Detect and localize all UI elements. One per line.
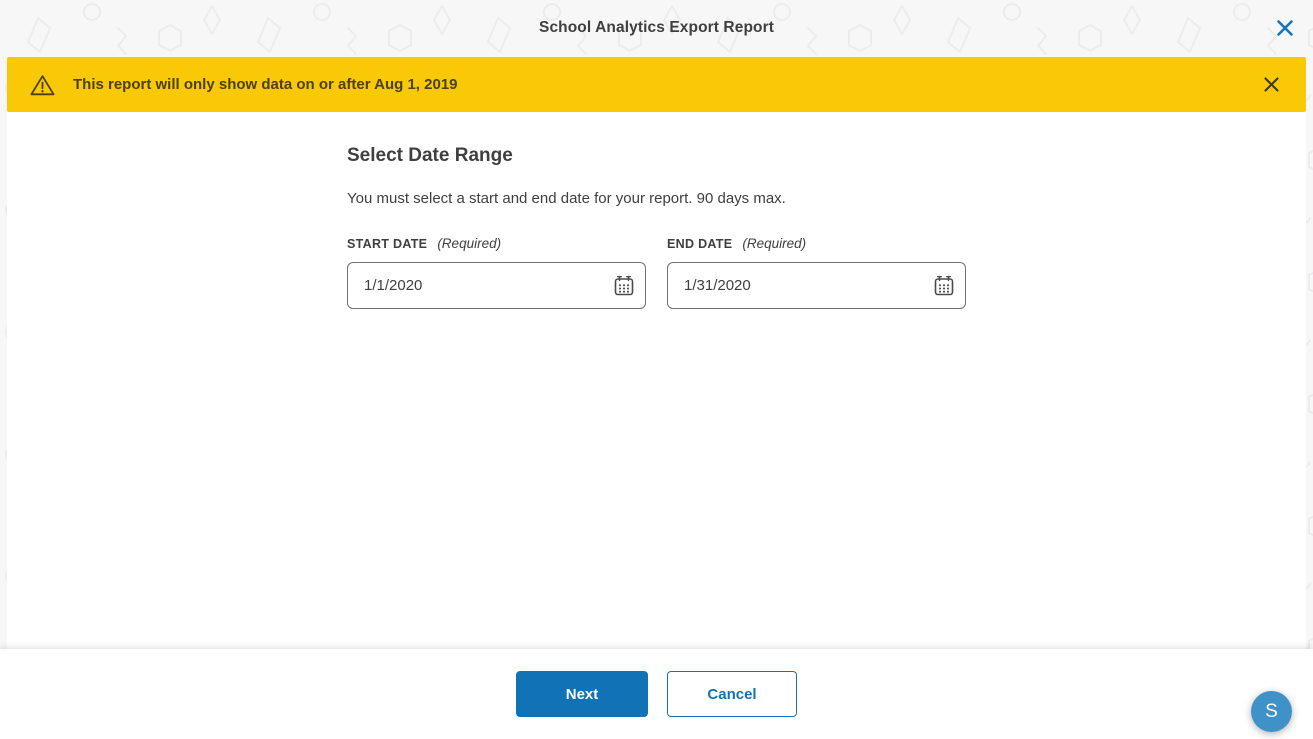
end-date-input[interactable] <box>667 262 966 309</box>
start-date-required-note: (Required) <box>437 236 501 251</box>
section-description: You must select a start and end date for… <box>347 190 1306 207</box>
next-button[interactable]: Next <box>516 671 648 717</box>
calendar-icon <box>612 274 636 298</box>
date-fields: START DATE (Required) <box>347 236 1306 309</box>
warning-message: This report will only show data on or af… <box>73 76 1258 93</box>
calendar-icon <box>932 274 956 298</box>
modal-close-button[interactable] <box>1273 16 1297 40</box>
start-date-input-wrap <box>347 262 646 309</box>
warning-triangle-icon <box>29 73 56 97</box>
start-date-label: START DATE <box>347 237 427 251</box>
end-date-label-row: END DATE (Required) <box>667 236 966 251</box>
start-date-field-group: START DATE (Required) <box>347 236 646 309</box>
modal-footer: Next Cancel S <box>0 649 1313 739</box>
end-date-field-group: END DATE (Required) <box>667 236 966 309</box>
start-date-label-row: START DATE (Required) <box>347 236 646 251</box>
support-avatar-button[interactable]: S <box>1251 691 1292 732</box>
start-date-input[interactable] <box>347 262 646 309</box>
warning-banner: This report will only show data on or af… <box>7 57 1306 112</box>
end-date-label: END DATE <box>667 237 732 251</box>
modal-content: Select Date Range You must select a star… <box>7 112 1306 649</box>
section-heading: Select Date Range <box>347 145 1306 167</box>
cancel-button[interactable]: Cancel <box>667 671 797 717</box>
start-date-calendar-button[interactable] <box>611 273 637 299</box>
banner-close-button[interactable] <box>1258 72 1284 98</box>
end-date-calendar-button[interactable] <box>931 273 957 299</box>
close-icon <box>1263 76 1280 93</box>
page-title: School Analytics Export Report <box>539 19 774 37</box>
close-icon <box>1275 18 1295 38</box>
modal-header: School Analytics Export Report <box>0 0 1313 56</box>
end-date-input-wrap <box>667 262 966 309</box>
end-date-required-note: (Required) <box>742 236 806 251</box>
